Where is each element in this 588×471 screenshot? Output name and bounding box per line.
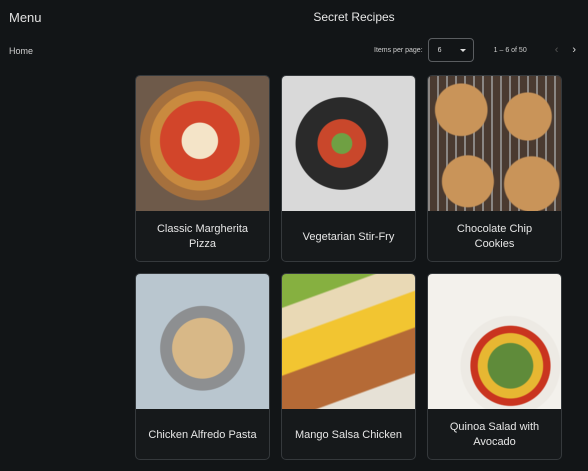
recipe-title: Mango Salsa Chicken xyxy=(294,428,402,441)
recipe-image xyxy=(282,274,415,409)
recipe-grid: Classic Margherita Pizza Vegetarian Stir… xyxy=(135,75,562,460)
recipe-card[interactable]: Vegetarian Stir-Fry xyxy=(281,75,416,262)
recipe-title: Quinoa Salad with Avocado xyxy=(449,421,540,448)
recipe-title: Chocolate Chip Cookies xyxy=(456,223,533,250)
recipe-card[interactable]: Classic Margherita Pizza xyxy=(135,75,270,262)
recipe-title: Vegetarian Stir-Fry xyxy=(302,230,395,243)
items-per-page-value: 6 xyxy=(437,46,442,54)
next-page-button[interactable]: › xyxy=(572,44,576,56)
recipe-image xyxy=(428,274,561,409)
recipe-card[interactable]: Mango Salsa Chicken xyxy=(281,273,416,460)
items-per-page-label: Items per page: xyxy=(374,46,423,54)
recipe-card[interactable]: Chocolate Chip Cookies xyxy=(427,75,562,262)
page-title: Secret Recipes xyxy=(313,10,395,24)
chevron-down-icon xyxy=(459,48,466,52)
previous-page-button[interactable]: ‹ xyxy=(555,44,559,56)
page-range: 1 – 6 of 50 xyxy=(493,46,527,54)
recipe-image xyxy=(136,76,269,211)
paginator: Items per page: 6 1 – 6 of 50 ‹ › xyxy=(374,38,576,62)
recipe-image xyxy=(428,76,561,211)
recipe-card[interactable]: Chicken Alfredo Pasta xyxy=(135,273,270,460)
recipe-card[interactable]: Quinoa Salad with Avocado xyxy=(427,273,562,460)
sidebar-item-home[interactable]: Home xyxy=(9,46,33,56)
recipe-title: Classic Margherita Pizza xyxy=(156,223,249,250)
items-per-page-select[interactable]: 6 xyxy=(427,38,474,62)
recipe-title: Chicken Alfredo Pasta xyxy=(148,428,257,441)
recipe-image xyxy=(282,76,415,211)
recipe-image xyxy=(136,274,269,409)
